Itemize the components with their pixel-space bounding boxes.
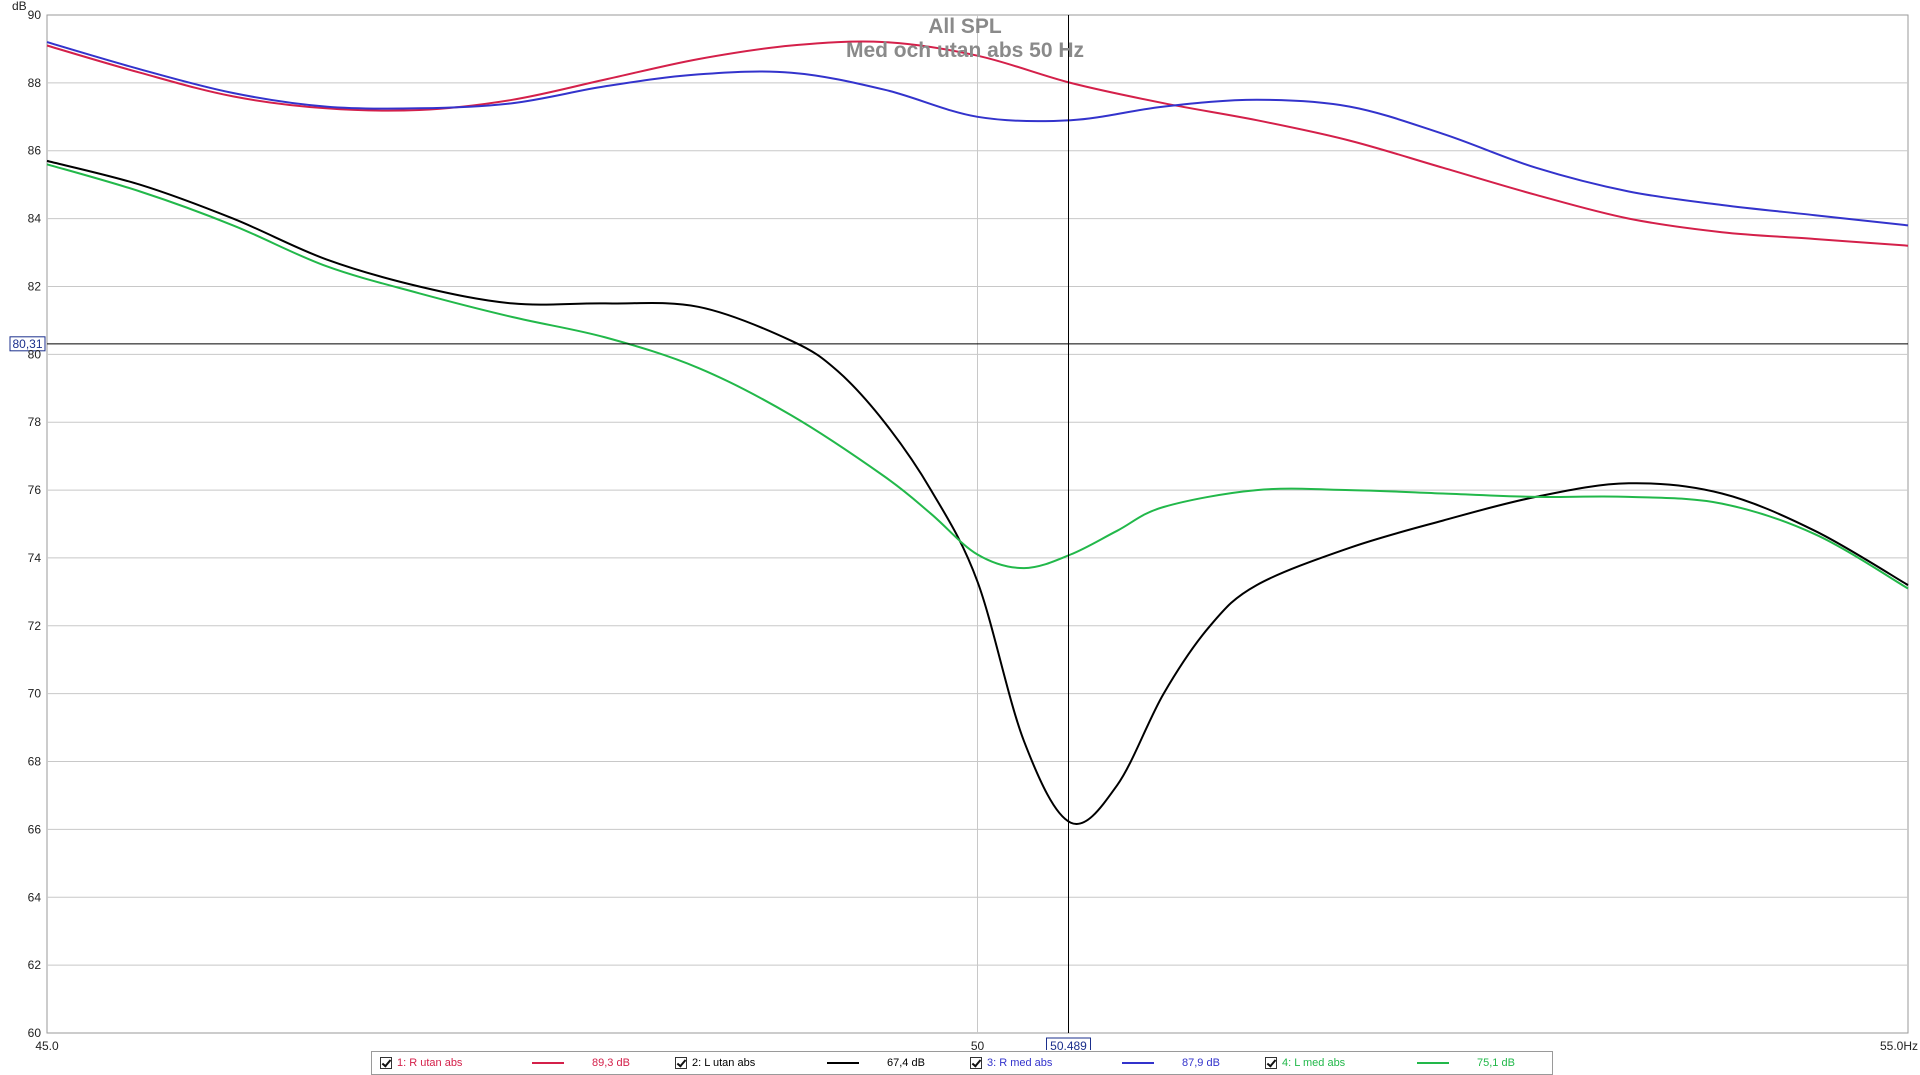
x-tick-label: 45,0	[35, 1039, 59, 1050]
y-tick-label: 62	[28, 958, 42, 972]
y-tick-label: 82	[28, 279, 42, 293]
legend-item-2[interactable]: 2: L utan abs 67,4 dB	[667, 1052, 962, 1074]
checkbox-checked-icon[interactable]	[970, 1057, 982, 1069]
y-tick-label: 68	[28, 755, 42, 769]
x-tick-label: 50	[971, 1039, 985, 1050]
legend-value: 75,1 dB	[1477, 1057, 1515, 1069]
legend-swatch	[1122, 1062, 1154, 1064]
spl-chart: 80,3150,489 6062646668707274767880828486…	[9, 0, 1918, 1050]
legend: 1: R utan abs 89,3 dB 2: L utan abs 67,4…	[371, 1051, 1553, 1075]
y-tick-label: 90	[28, 8, 42, 22]
y-tick-label: 80	[28, 347, 42, 361]
y-tick-label: 86	[28, 144, 42, 158]
chart-subtitle: Med och utan abs 50 Hz	[846, 39, 1084, 62]
chart-title: All SPL	[928, 15, 1002, 38]
y-tick-label: 78	[28, 415, 42, 429]
legend-label: 4: L med abs	[1282, 1057, 1346, 1069]
y-axis-label: dB	[12, 0, 27, 13]
y-tick-label: 74	[28, 551, 42, 565]
cursor-x-value: 50,489	[1050, 1039, 1087, 1050]
x-tick-label: 55,0Hz	[1880, 1039, 1918, 1050]
legend-value: 89,3 dB	[592, 1057, 630, 1069]
legend-swatch	[827, 1062, 859, 1064]
legend-value: 87,9 dB	[1182, 1057, 1220, 1069]
legend-item-1[interactable]: 1: R utan abs 89,3 dB	[372, 1052, 667, 1074]
y-tick-label: 72	[28, 619, 42, 633]
legend-item-4[interactable]: 4: L med abs 75,1 dB	[1257, 1052, 1552, 1074]
y-tick-label: 60	[28, 1026, 42, 1040]
legend-item-3[interactable]: 3: R med abs 87,9 dB	[962, 1052, 1257, 1074]
legend-swatch	[532, 1062, 564, 1064]
legend-value: 67,4 dB	[887, 1057, 925, 1069]
y-tick-label: 76	[28, 483, 42, 497]
legend-swatch	[1417, 1062, 1449, 1064]
checkbox-checked-icon[interactable]	[1265, 1057, 1277, 1069]
legend-label: 1: R utan abs	[397, 1057, 463, 1069]
y-tick-label: 84	[28, 212, 42, 226]
y-tick-label: 66	[28, 822, 42, 836]
y-tick-label: 88	[28, 76, 42, 90]
y-tick-label: 70	[28, 687, 42, 701]
legend-label: 2: L utan abs	[692, 1057, 756, 1069]
y-tick-label: 64	[28, 890, 42, 904]
checkbox-checked-icon[interactable]	[675, 1057, 687, 1069]
checkbox-checked-icon[interactable]	[380, 1057, 392, 1069]
legend-label: 3: R med abs	[987, 1057, 1053, 1069]
